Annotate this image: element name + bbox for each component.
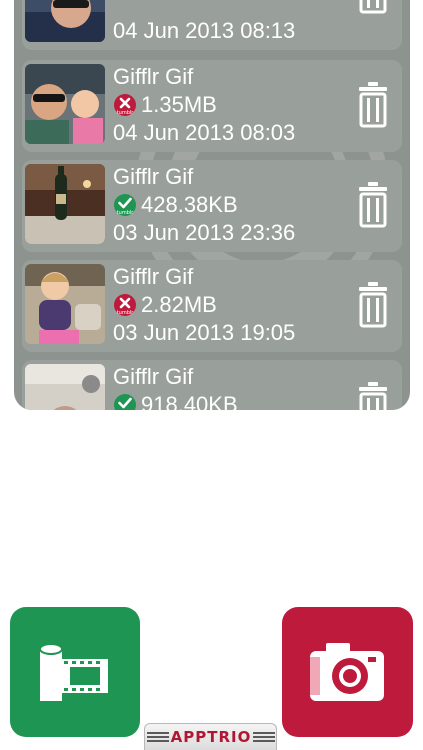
svg-text:tumblr: tumblr xyxy=(117,210,135,216)
brand-stripes-left xyxy=(147,732,169,744)
brand-stripes-right xyxy=(253,732,275,744)
photo-thumbnail-icon xyxy=(25,164,105,244)
svg-text:tumblr: tumblr xyxy=(117,110,135,116)
gif-thumbnail[interactable] xyxy=(25,64,105,144)
gif-size: 428.38KB xyxy=(141,192,238,217)
gif-list-item[interactable]: Gifflr Gif tumblr 918.40KB xyxy=(22,360,402,410)
photo-thumbnail-icon xyxy=(25,364,105,410)
film-roll-icon xyxy=(39,643,108,701)
svg-text:tumblr: tumblr xyxy=(117,310,135,316)
photo-thumbnail-icon xyxy=(25,264,105,344)
check-icon: tumblr xyxy=(114,394,136,410)
gif-thumbnail[interactable] xyxy=(25,264,105,344)
gif-thumbnail[interactable] xyxy=(25,364,105,410)
gif-size: 2.82MB xyxy=(141,292,217,317)
gif-title: Gifflr Gif xyxy=(113,164,194,189)
gif-date: 04 Jun 2013 08:03 xyxy=(113,120,296,145)
trash-icon[interactable] xyxy=(356,280,390,328)
gif-size: 918.40KB xyxy=(141,392,238,410)
camera-button[interactable] xyxy=(282,607,413,737)
gif-list-item[interactable]: tumblr Gifflr Gif 1.35MB 04 Jun 2013 08:… xyxy=(22,60,402,152)
film-roll-button[interactable] xyxy=(10,607,140,737)
trash-icon[interactable] xyxy=(356,80,390,128)
x-icon: tumblr xyxy=(114,294,136,316)
gif-title: Gifflr Gif xyxy=(113,64,194,89)
check-icon: tumblr xyxy=(114,194,136,216)
gif-thumbnail[interactable] xyxy=(25,0,105,42)
apptrio-brand: APPTRIO xyxy=(144,723,277,750)
gif-thumbnail[interactable] xyxy=(25,164,105,244)
camera-icon xyxy=(310,643,384,701)
gif-list-item[interactable]: tumblr Gifflr Gif 2.82MB 03 Jun 2013 19:… xyxy=(22,260,402,352)
photo-thumbnail-icon xyxy=(25,0,105,42)
gif-list-panel[interactable]: 04 Jun 2013 08:13 tumblr Gifflr Gif 1.35… xyxy=(14,0,410,410)
gif-date: 03 Jun 2013 19:05 xyxy=(113,320,296,345)
trash-icon[interactable] xyxy=(356,380,390,410)
gif-date: 03 Jun 2013 23:36 xyxy=(113,220,296,245)
photo-thumbnail-icon xyxy=(25,64,105,144)
trash-icon[interactable] xyxy=(356,180,390,228)
brand-label: APPTRIO xyxy=(170,728,252,746)
gif-size: 1.35MB xyxy=(141,92,217,117)
gif-list-item[interactable]: 04 Jun 2013 08:13 xyxy=(22,0,402,50)
x-icon: tumblr xyxy=(114,94,136,116)
gif-title: Gifflr Gif xyxy=(113,364,194,389)
gif-title: Gifflr Gif xyxy=(113,264,194,289)
trash-icon[interactable] xyxy=(356,0,390,16)
gif-date: 04 Jun 2013 08:13 xyxy=(113,18,296,43)
gif-list[interactable]: 04 Jun 2013 08:13 tumblr Gifflr Gif 1.35… xyxy=(14,0,410,410)
gif-list-item[interactable]: tumblr Gifflr Gif 428.38KB 03 Jun 2013 2… xyxy=(22,160,402,252)
